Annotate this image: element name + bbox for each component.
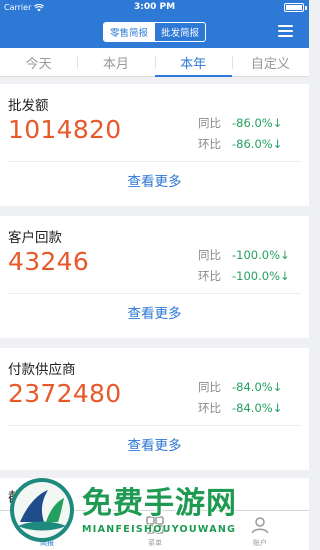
report-type-switch[interactable]: 零售简报 批发简报 xyxy=(103,22,206,42)
grid-icon xyxy=(146,516,164,534)
status-bar: Carrier 3:00 PM xyxy=(0,0,309,16)
card-title: 批发额 xyxy=(8,98,49,114)
yoy-row: 同比 -84.0%↓ xyxy=(198,379,282,395)
divider xyxy=(8,161,301,162)
period-tabs: 今天 本月 本年 自定义 xyxy=(0,48,309,77)
segment-wholesale-report[interactable]: 批发简报 xyxy=(154,23,205,41)
nav-label: 菜单 xyxy=(148,539,162,547)
tab-custom[interactable]: 自定义 xyxy=(231,48,309,76)
card-value: 2372480 xyxy=(8,379,122,408)
card-supplier-payments: 付款供应商 2372480 同比 -84.0%↓ 环比 -84.0%↓ 查看更多 xyxy=(0,348,309,470)
card-wholesale-amount: 批发额 1014820 同比 -86.0%↓ 环比 -86.0%↓ 查看更多 xyxy=(0,84,309,206)
mom-value: -84.0%↓ xyxy=(232,401,283,415)
app-header: 零售简报 批发简报 xyxy=(0,16,309,48)
yoy-label: 同比 xyxy=(198,380,221,394)
view-more-button[interactable]: 查看更多 xyxy=(0,302,309,322)
mom-label: 环比 xyxy=(198,401,221,415)
nav-label: 账户 xyxy=(253,539,267,547)
tab-this-month[interactable]: 本月 xyxy=(77,48,154,76)
yoy-label: 同比 xyxy=(198,248,221,262)
card-value: 1014820 xyxy=(8,115,122,144)
yoy-label: 同比 xyxy=(198,116,221,130)
battery-icon xyxy=(284,3,304,12)
mom-value: -100.0%↓ xyxy=(232,269,290,283)
view-more-button[interactable]: 查看更多 xyxy=(0,434,309,454)
card-customer-payments: 客户回款 43246 同比 -100.0%↓ 环比 -100.0%↓ 查看更多 xyxy=(0,216,309,338)
yoy-value: -84.0%↓ xyxy=(232,380,283,394)
tab-today[interactable]: 今天 xyxy=(0,48,77,76)
tab-this-year[interactable]: 本年 xyxy=(154,48,233,77)
nav-item-account[interactable]: 账户 xyxy=(235,515,285,548)
yoy-row: 同比 -100.0%↓ xyxy=(198,247,290,263)
chart-icon xyxy=(40,518,54,532)
mom-label: 环比 xyxy=(198,137,221,151)
mom-row: 环比 -86.0%↓ xyxy=(198,136,282,152)
user-icon xyxy=(251,517,269,534)
divider xyxy=(8,293,301,294)
card-title-partial: 截 xyxy=(8,490,22,506)
nav-label: 简报 xyxy=(40,539,54,547)
mom-row: 环比 -100.0%↓ xyxy=(198,268,290,284)
clock: 3:00 PM xyxy=(133,2,176,12)
mom-label: 环比 xyxy=(198,269,221,283)
nav-item-menu[interactable]: 菜单 xyxy=(130,515,180,548)
divider xyxy=(8,425,301,426)
card-value: 43246 xyxy=(8,247,90,276)
card-title: 客户回款 xyxy=(8,230,62,246)
view-more-button[interactable]: 查看更多 xyxy=(0,170,309,190)
nav-item-report[interactable]: 简报 xyxy=(22,515,72,548)
hamburger-menu-icon[interactable] xyxy=(278,25,293,37)
card-title: 付款供应商 xyxy=(8,362,76,378)
bottom-tab-bar: 简报 菜单 账户 xyxy=(0,510,309,550)
yoy-value: -86.0%↓ xyxy=(232,116,283,130)
yoy-row: 同比 -86.0%↓ xyxy=(198,115,282,131)
yoy-value: -100.0%↓ xyxy=(232,248,290,262)
segment-retail-report[interactable]: 零售简报 xyxy=(104,23,154,41)
mom-row: 环比 -84.0%↓ xyxy=(198,400,282,416)
mom-value: -86.0%↓ xyxy=(232,137,283,151)
battery-tip xyxy=(305,6,307,10)
